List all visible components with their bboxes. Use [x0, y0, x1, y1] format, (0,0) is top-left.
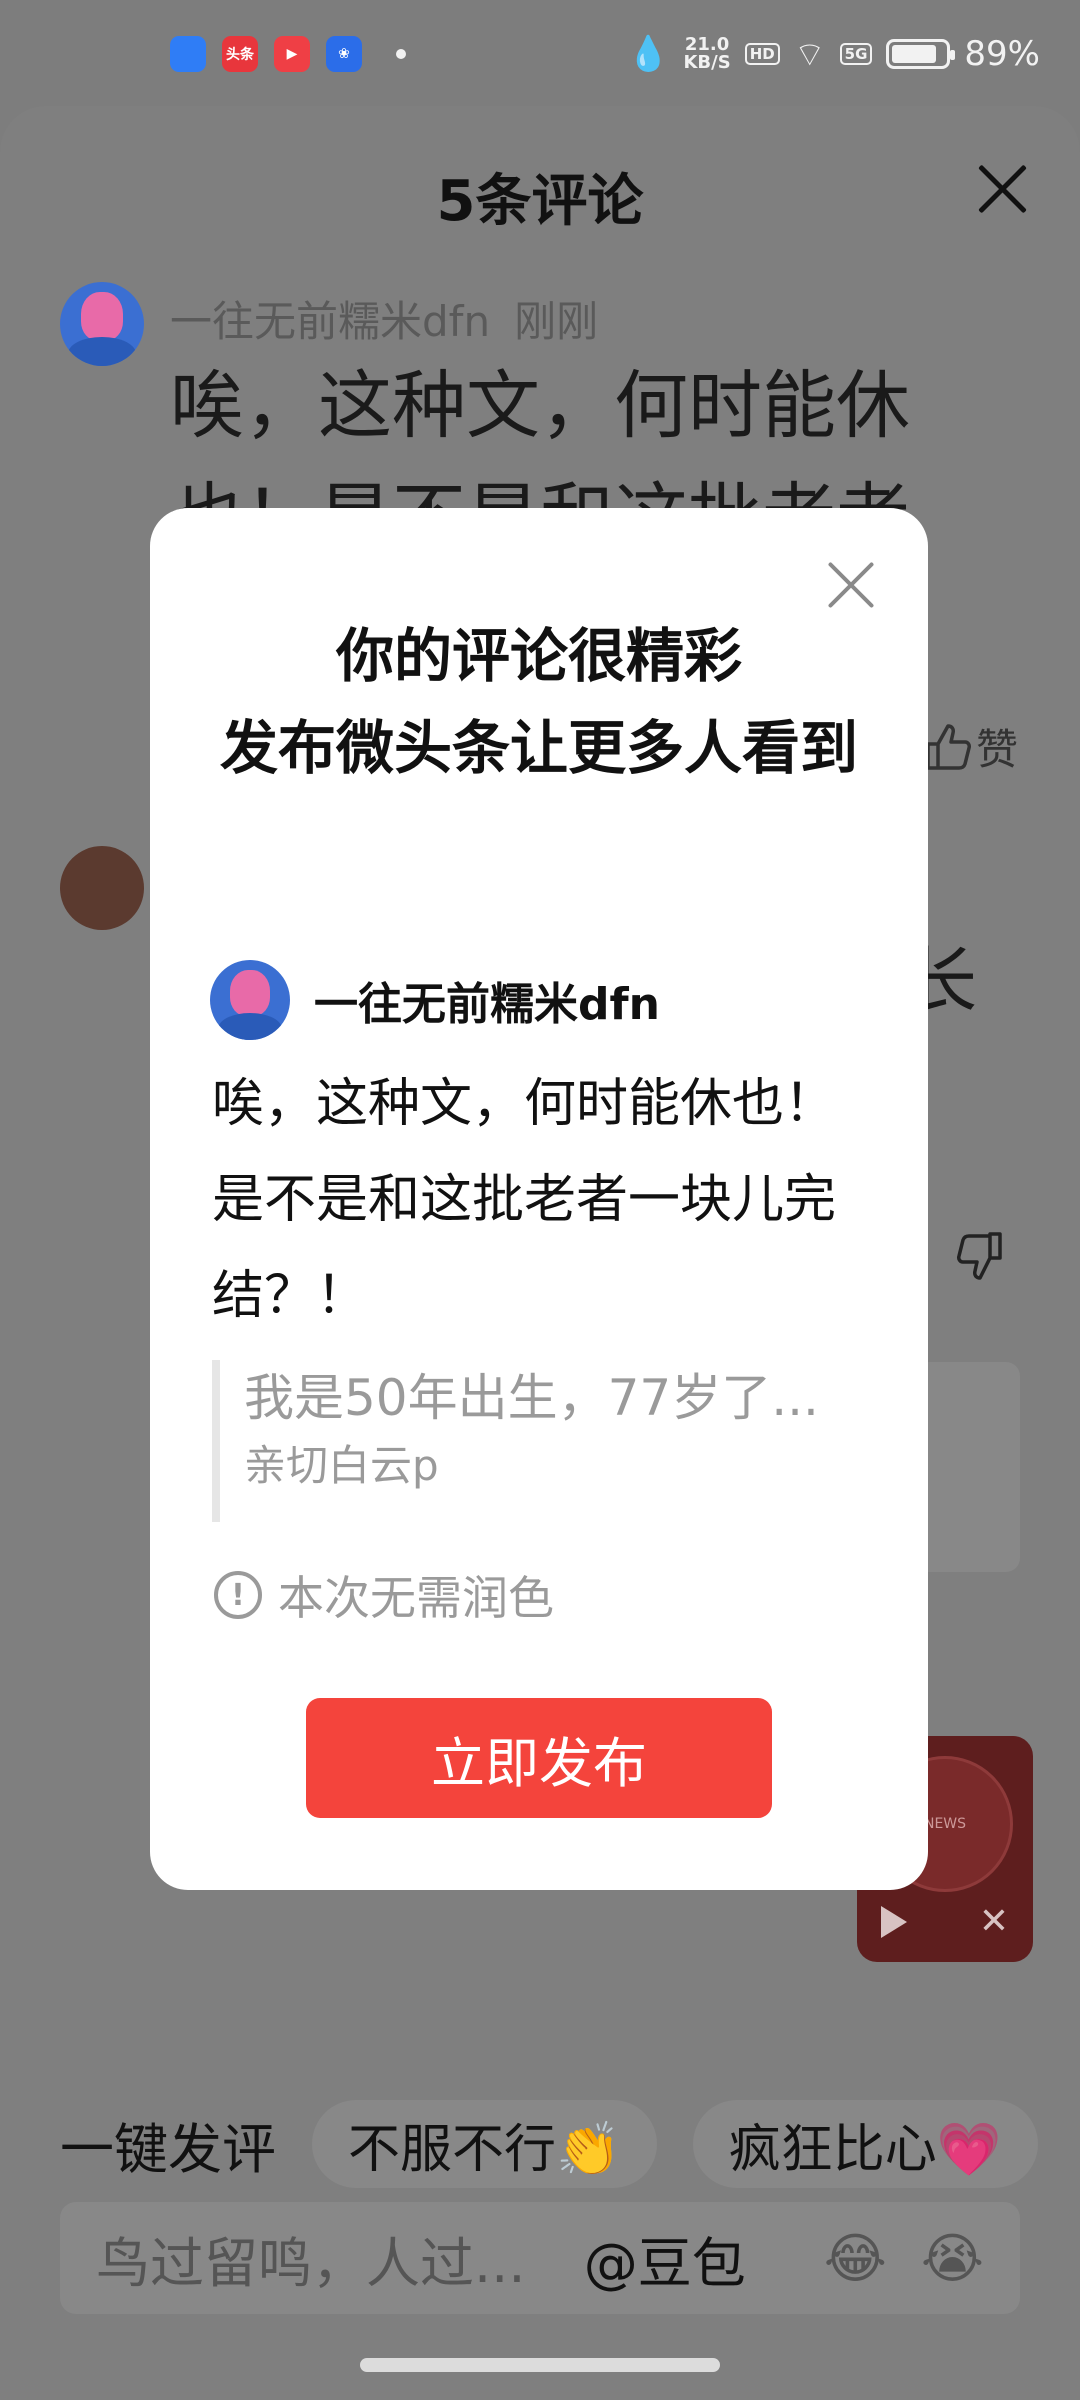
- browser-app-icon: [170, 36, 206, 72]
- thumbs-down-icon[interactable]: [950, 1228, 1010, 1288]
- polish-notice-text: 本次无需润色: [278, 1571, 554, 1625]
- comment-time: 刚刚: [514, 297, 599, 346]
- hd-icon: HD: [744, 43, 780, 65]
- preview-author: 一往无前糯米dfn: [210, 960, 660, 1040]
- battery-percent: 89%: [964, 34, 1040, 74]
- close-player-icon[interactable]: ✕: [979, 1904, 1009, 1940]
- polish-notice: ! 本次无需润色: [214, 1562, 554, 1628]
- comment-input[interactable]: 鸟过留鸣，人过... @豆包 😂 😭: [60, 2202, 1020, 2314]
- publish-dialog: 你的评论很精彩 发布微头条让更多人看到 一往无前糯米dfn 唉，这种文，何时能休…: [150, 508, 928, 1890]
- data-saver-icon: 💧: [627, 34, 670, 74]
- avatar[interactable]: [60, 282, 144, 366]
- avatar: [210, 960, 290, 1040]
- emoji-cry-button[interactable]: 😭: [921, 2227, 984, 2290]
- status-system: 💧 21.0 KB/S HD ⌔ 5G 89%: [627, 33, 1040, 76]
- dialog-heading-line2: 发布微头条让更多人看到: [219, 714, 858, 782]
- close-icon[interactable]: [826, 560, 876, 610]
- dialog-heading-line1: 你的评论很精彩: [335, 622, 742, 690]
- comment-author[interactable]: 一往无前糯米dfn: [170, 297, 490, 346]
- publish-button[interactable]: 立即发布: [306, 1698, 772, 1818]
- dialog-heading: 你的评论很精彩 发布微头条让更多人看到: [210, 610, 868, 794]
- mention-doubao-button[interactable]: @豆包: [584, 2219, 746, 2298]
- sheet-title: 5条评论: [436, 169, 644, 234]
- preview-author-name: 一往无前糯米dfn: [314, 979, 660, 1030]
- home-indicator[interactable]: [360, 2358, 720, 2372]
- network-speed: 21.0 KB/S: [683, 36, 730, 72]
- status-bar: 头条 ▶ ❀ 💧 21.0 KB/S HD ⌔ 5G 89%: [0, 0, 1080, 108]
- toutiao-app-icon: 头条: [222, 36, 258, 72]
- network-speed-unit: KB/S: [683, 52, 731, 73]
- reply-quote-box: [915, 1362, 1020, 1572]
- quoted-post-author: 亲切白云p: [244, 1441, 439, 1490]
- status-app-icons: 头条 ▶ ❀: [170, 36, 424, 72]
- emoji-laugh-button[interactable]: 😂: [824, 2227, 887, 2290]
- video-app-icon: ▶: [274, 36, 310, 72]
- quoted-post-text: 我是50年出生，77岁了...: [244, 1369, 819, 1427]
- baidu-app-icon: ❀: [326, 36, 362, 72]
- cellular-signal-icon: 5G: [839, 43, 873, 65]
- wifi-icon: ⌔: [793, 34, 826, 75]
- quick-comment-label: 一键发评: [60, 2117, 276, 2181]
- screen: 头条 ▶ ❀ 💧 21.0 KB/S HD ⌔ 5G 89% 5条评论 一往无前…: [0, 0, 1080, 2400]
- battery-icon: [886, 39, 956, 69]
- like-label[interactable]: 赞: [976, 716, 1018, 777]
- quick-comment-row: 一键发评 不服不行👏 疯狂比心💗: [60, 2100, 1080, 2188]
- more-notifications-dot: [396, 49, 406, 59]
- comment-input-placeholder: 鸟过留鸣，人过...: [96, 2231, 526, 2295]
- info-icon: !: [214, 1571, 262, 1619]
- comment-meta: 一往无前糯米dfn 刚刚: [170, 288, 598, 349]
- avatar[interactable]: [60, 846, 144, 930]
- close-icon[interactable]: [974, 161, 1030, 217]
- quick-comment-chip[interactable]: 疯狂比心💗: [692, 2100, 1038, 2188]
- play-icon[interactable]: [881, 1906, 907, 1938]
- quick-comment-chip[interactable]: 不服不行👏: [312, 2100, 657, 2188]
- quoted-post: 我是50年出生，77岁了... 亲切白云p: [212, 1360, 862, 1522]
- thumbs-up-icon[interactable]: [920, 718, 976, 774]
- preview-text: 唉，这种文，何时能休也！是不是和这批老者一块儿完结？！: [212, 1074, 837, 1326]
